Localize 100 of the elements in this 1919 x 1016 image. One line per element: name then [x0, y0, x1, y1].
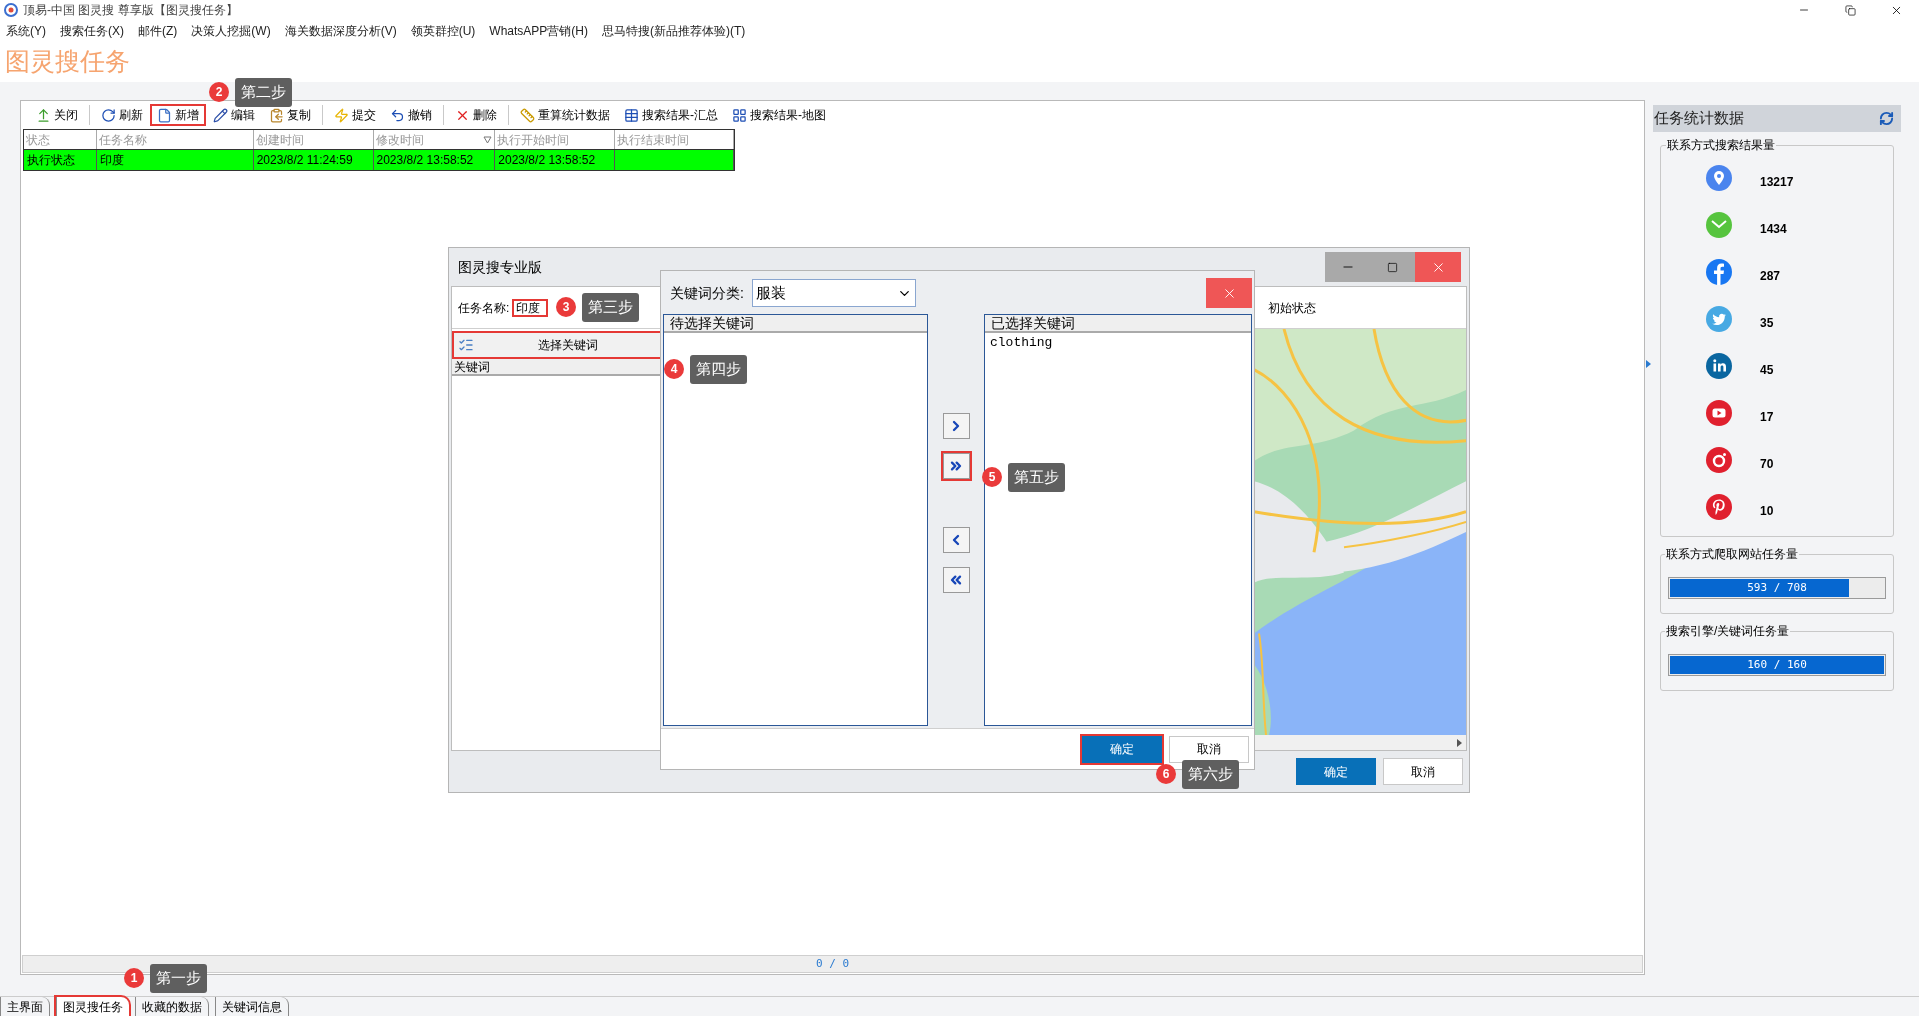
cancel-button[interactable]: 取消	[1383, 758, 1463, 785]
toolbar-button[interactable]: 删除	[448, 104, 504, 126]
app-logo-icon	[4, 3, 18, 17]
toolbar-button[interactable]: 新增	[150, 104, 206, 126]
linkedin-icon	[1706, 352, 1732, 379]
confirm-button[interactable]: 确定	[1296, 758, 1376, 785]
double-chevron-left-icon	[948, 572, 964, 588]
facebook-icon	[1706, 258, 1732, 285]
menu-item[interactable]: 系统(Y)	[2, 22, 50, 40]
toolbar-button[interactable]: 撤销	[383, 104, 439, 126]
step-callout: 第三步	[582, 293, 639, 322]
list-header: 关键词	[452, 359, 663, 376]
keyword-item[interactable]: clothing	[985, 333, 1251, 353]
table-cell-text: 执行状态	[27, 152, 75, 169]
toolbar-button[interactable]: 复制	[262, 104, 318, 126]
envelope-icon	[1706, 211, 1732, 238]
menu-item[interactable]: 领英群控(U)	[406, 22, 480, 40]
field-label: 关键词分类:	[670, 283, 744, 303]
table-cell-text: 2023/8/2 13:58:52	[498, 152, 596, 169]
task-status: 初始状态	[1268, 299, 1317, 317]
ring-icon	[1706, 446, 1732, 473]
table-cell-text: 2023/8/2 11:24:59	[256, 152, 353, 169]
page-title: 图灵搜任务	[5, 46, 130, 78]
pinterest-icon	[1706, 493, 1732, 520]
panel-title: 任务统计数据	[1654, 108, 1744, 129]
table-icon	[624, 107, 639, 123]
stat-value: 13217	[1760, 173, 1794, 191]
tab[interactable]: 关键词信息	[215, 997, 289, 1016]
toolbar-button[interactable]: 刷新	[94, 104, 150, 126]
select-keywords-button[interactable]: 选择关键词	[452, 331, 663, 359]
tab[interactable]: 图灵搜任务	[56, 997, 129, 1016]
group-title: 搜索引擎/关键词任务量	[1665, 623, 1791, 640]
group-title: 联系方式爬取网站任务量	[1665, 546, 1799, 563]
play-button-icon	[1706, 399, 1732, 426]
toolbar-button[interactable]: 搜索结果-地图	[725, 104, 833, 126]
menu-item[interactable]: 海关数据深度分析(V)	[280, 22, 401, 40]
menu-item[interactable]: 搜索任务(X)	[56, 22, 128, 40]
stat-value: 70	[1760, 455, 1774, 473]
scroll-right-icon[interactable]	[1457, 738, 1462, 747]
step-callout: 第二步	[235, 78, 292, 107]
menu-item[interactable]: 思马特搜(新品推荐体验)(T)	[598, 22, 750, 40]
table-row[interactable]: 执行状态 印度 2023/8/2 11:24:59 2023/8/2 13:58:52 2023/8/2 13:58:52	[24, 150, 734, 170]
progress-reading: 593 / 708	[1746, 579, 1808, 596]
list-header: 已选择关键词	[985, 315, 1251, 333]
toolbar-button[interactable]: 重算统计数据	[513, 104, 617, 126]
toolbar-button[interactable]: 编辑	[206, 104, 262, 126]
menu-item[interactable]: 决策人挖掘(W)	[187, 22, 275, 40]
location-pin-icon	[1706, 164, 1732, 191]
move-button[interactable]	[942, 567, 970, 593]
toolbar-button[interactable]: 搜索结果-汇总	[617, 104, 725, 126]
step-callout: 第五步	[1008, 463, 1065, 492]
confirm-button[interactable]: 确定	[1082, 735, 1162, 763]
document-icon	[157, 107, 172, 123]
pencil-icon	[213, 107, 228, 123]
toolbar-button[interactable]: 关闭	[29, 104, 85, 126]
table-cell-text: 印度	[99, 152, 124, 169]
window-title: 顶易-中国 图灵搜 尊享版【图灵搜任务】	[23, 2, 238, 19]
refresh-icon	[1879, 111, 1894, 126]
category-select[interactable]: 服装	[751, 279, 916, 307]
step-callout: 第一步	[150, 964, 207, 993]
step-callout: 第六步	[1182, 760, 1239, 789]
clipboard-icon	[269, 107, 284, 123]
table-cell-text: 2023/8/2 13:58:52	[376, 152, 474, 169]
stat-value: 17	[1760, 408, 1774, 426]
maximize-button[interactable]	[1370, 252, 1415, 282]
group-title: 联系方式搜索结果量	[1666, 137, 1776, 154]
cancel-button[interactable]: 取消	[1169, 735, 1249, 763]
restore-icon	[1844, 4, 1856, 16]
move-button[interactable]	[942, 413, 970, 439]
double-chevron-right-icon	[948, 458, 964, 474]
list-icon	[458, 337, 474, 353]
list-header: 待选择关键词	[664, 315, 927, 333]
ruler-icon	[520, 107, 535, 123]
task-name-field[interactable]: 印度	[512, 298, 549, 317]
dialog-title: 图灵搜专业版	[458, 257, 542, 277]
step-number-badge: 2	[209, 82, 229, 103]
bird-icon	[1706, 305, 1732, 332]
field-label: 任务名称:	[458, 299, 510, 317]
maximize-icon	[1387, 261, 1398, 273]
exit-arrow-icon	[36, 107, 51, 123]
step-number-badge: 1	[124, 968, 144, 989]
step-callout: 第四步	[690, 355, 747, 384]
grid-icon	[732, 107, 747, 123]
move-button[interactable]	[942, 453, 970, 479]
tab[interactable]: 主界面	[0, 997, 50, 1016]
tab[interactable]: 收藏的数据	[135, 997, 209, 1016]
progress-reading: 160 / 160	[1746, 656, 1808, 673]
stat-value: 10	[1760, 502, 1774, 520]
lightning-icon	[334, 107, 349, 123]
move-button[interactable]	[942, 527, 970, 553]
sort-icon	[483, 135, 493, 144]
toolbar-button[interactable]: 提交	[327, 104, 383, 126]
stat-value: 35	[1760, 314, 1774, 332]
menu-item[interactable]: WhatsAPP营销(H)	[485, 22, 592, 40]
undo-icon	[390, 107, 405, 123]
stat-value: 1434	[1760, 220, 1787, 238]
refresh-icon	[101, 107, 116, 123]
stat-value: 287	[1760, 267, 1781, 285]
menu-item[interactable]: 邮件(Z)	[134, 22, 182, 40]
splitter-arrow-icon[interactable]	[1646, 360, 1651, 368]
